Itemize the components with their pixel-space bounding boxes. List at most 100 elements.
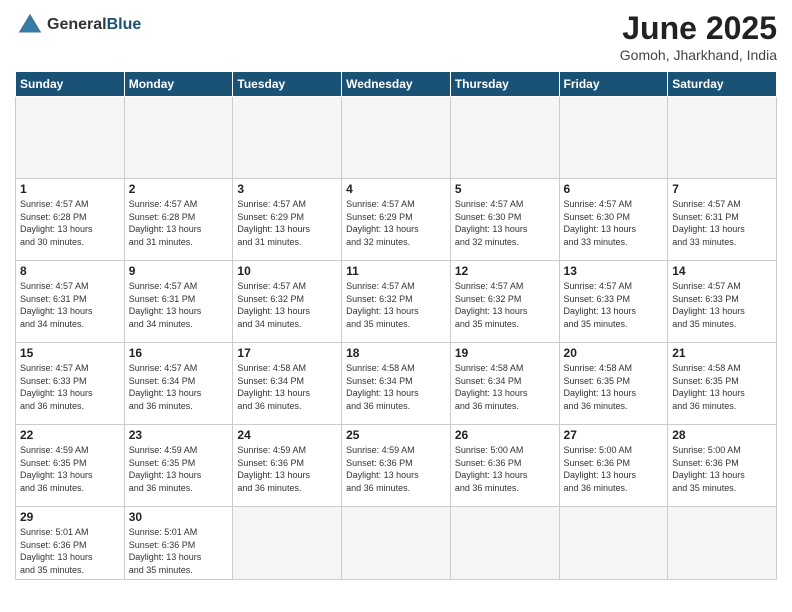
- table-row: [124, 97, 233, 179]
- table-row: 6 Sunrise: 4:57 AM Sunset: 6:30 PM Daylig…: [559, 179, 668, 261]
- day-info: Sunrise: 4:57 AM Sunset: 6:32 PM Dayligh…: [237, 280, 337, 330]
- day-number: 4: [346, 182, 446, 196]
- day-number: 2: [129, 182, 229, 196]
- table-row: 26 Sunrise: 5:00 AM Sunset: 6:36 PM Dayli…: [450, 425, 559, 507]
- day-info: Sunrise: 5:00 AM Sunset: 6:36 PM Dayligh…: [672, 444, 772, 494]
- table-row: [233, 507, 342, 580]
- day-number: 8: [20, 264, 120, 278]
- day-info: Sunrise: 4:57 AM Sunset: 6:30 PM Dayligh…: [564, 198, 664, 248]
- day-info: Sunrise: 4:58 AM Sunset: 6:35 PM Dayligh…: [672, 362, 772, 412]
- day-info: Sunrise: 4:57 AM Sunset: 6:32 PM Dayligh…: [455, 280, 555, 330]
- day-info: Sunrise: 4:57 AM Sunset: 6:33 PM Dayligh…: [672, 280, 772, 330]
- logo: General Blue: [15, 10, 141, 40]
- table-row: [450, 507, 559, 580]
- table-row: [16, 97, 125, 179]
- table-row: 21 Sunrise: 4:58 AM Sunset: 6:35 PM Dayli…: [668, 343, 777, 425]
- col-sunday: Sunday: [16, 72, 125, 97]
- day-number: 9: [129, 264, 229, 278]
- title-block: June 2025 Gomoh, Jharkhand, India: [620, 10, 777, 63]
- day-number: 28: [672, 428, 772, 442]
- day-number: 19: [455, 346, 555, 360]
- col-friday: Friday: [559, 72, 668, 97]
- calendar-row: 22Sunrise: 4:59 AM Sunset: 6:35 PM Dayli…: [16, 425, 777, 507]
- day-number: 5: [455, 182, 555, 196]
- day-info: Sunrise: 4:58 AM Sunset: 6:34 PM Dayligh…: [346, 362, 446, 412]
- day-number: 10: [237, 264, 337, 278]
- table-row: 30Sunrise: 5:01 AM Sunset: 6:36 PM Dayli…: [124, 507, 233, 580]
- table-row: 20 Sunrise: 4:58 AM Sunset: 6:35 PM Dayli…: [559, 343, 668, 425]
- day-number: 1: [20, 182, 120, 196]
- table-row: 22Sunrise: 4:59 AM Sunset: 6:35 PM Dayli…: [16, 425, 125, 507]
- day-number: 13: [564, 264, 664, 278]
- col-saturday: Saturday: [668, 72, 777, 97]
- table-row: 29Sunrise: 5:01 AM Sunset: 6:36 PM Dayli…: [16, 507, 125, 580]
- table-row: 14 Sunrise: 4:57 AM Sunset: 6:33 PM Dayli…: [668, 261, 777, 343]
- location: Gomoh, Jharkhand, India: [620, 47, 777, 63]
- table-row: 28 Sunrise: 5:00 AM Sunset: 6:36 PM Dayli…: [668, 425, 777, 507]
- day-info: Sunrise: 4:58 AM Sunset: 6:34 PM Dayligh…: [237, 362, 337, 412]
- day-number: 12: [455, 264, 555, 278]
- day-info: Sunrise: 4:58 AM Sunset: 6:35 PM Dayligh…: [564, 362, 664, 412]
- table-row: [668, 507, 777, 580]
- general-blue-icon: [15, 10, 45, 40]
- day-info: Sunrise: 4:57 AM Sunset: 6:31 PM Dayligh…: [20, 280, 120, 330]
- day-info: Sunrise: 4:59 AM Sunset: 6:36 PM Dayligh…: [346, 444, 446, 494]
- day-info: Sunrise: 5:00 AM Sunset: 6:36 PM Dayligh…: [455, 444, 555, 494]
- table-row: 4 Sunrise: 4:57 AM Sunset: 6:29 PM Daylig…: [342, 179, 451, 261]
- day-info: Sunrise: 4:57 AM Sunset: 6:33 PM Dayligh…: [20, 362, 120, 412]
- logo-blue-text: Blue: [107, 16, 142, 34]
- table-row: 2 Sunrise: 4:57 AM Sunset: 6:28 PM Daylig…: [124, 179, 233, 261]
- day-number: 14: [672, 264, 772, 278]
- table-row: 15Sunrise: 4:57 AM Sunset: 6:33 PM Dayli…: [16, 343, 125, 425]
- calendar-row: [16, 97, 777, 179]
- day-info: Sunrise: 4:57 AM Sunset: 6:31 PM Dayligh…: [672, 198, 772, 248]
- day-info: Sunrise: 4:59 AM Sunset: 6:36 PM Dayligh…: [237, 444, 337, 494]
- day-number: 30: [129, 510, 229, 524]
- day-info: Sunrise: 4:59 AM Sunset: 6:35 PM Dayligh…: [129, 444, 229, 494]
- page: General Blue June 2025 Gomoh, Jharkhand,…: [0, 0, 792, 612]
- day-number: 20: [564, 346, 664, 360]
- day-number: 23: [129, 428, 229, 442]
- day-number: 18: [346, 346, 446, 360]
- month-title: June 2025: [620, 10, 777, 47]
- table-row: 1Sunrise: 4:57 AM Sunset: 6:28 PM Daylig…: [16, 179, 125, 261]
- table-row: 27 Sunrise: 5:00 AM Sunset: 6:36 PM Dayli…: [559, 425, 668, 507]
- col-tuesday: Tuesday: [233, 72, 342, 97]
- day-number: 21: [672, 346, 772, 360]
- day-info: Sunrise: 4:59 AM Sunset: 6:35 PM Dayligh…: [20, 444, 120, 494]
- day-info: Sunrise: 5:00 AM Sunset: 6:36 PM Dayligh…: [564, 444, 664, 494]
- table-row: [342, 97, 451, 179]
- day-number: 29: [20, 510, 120, 524]
- day-number: 27: [564, 428, 664, 442]
- table-row: [559, 507, 668, 580]
- table-row: 13 Sunrise: 4:57 AM Sunset: 6:33 PM Dayli…: [559, 261, 668, 343]
- table-row: [233, 97, 342, 179]
- day-info: Sunrise: 4:57 AM Sunset: 6:29 PM Dayligh…: [346, 198, 446, 248]
- day-info: Sunrise: 4:57 AM Sunset: 6:33 PM Dayligh…: [564, 280, 664, 330]
- table-row: 10 Sunrise: 4:57 AM Sunset: 6:32 PM Dayli…: [233, 261, 342, 343]
- day-info: Sunrise: 4:57 AM Sunset: 6:29 PM Dayligh…: [237, 198, 337, 248]
- calendar-row: 1 Sunrise: 4:57 AM Sunset: 6:28 PM Daylig…: [16, 179, 777, 261]
- calendar-row: 15Sunrise: 4:57 AM Sunset: 6:33 PM Dayli…: [16, 343, 777, 425]
- table-row: 16Sunrise: 4:57 AM Sunset: 6:34 PM Dayli…: [124, 343, 233, 425]
- day-number: 26: [455, 428, 555, 442]
- table-row: 11Sunrise: 4:57 AM Sunset: 6:32 PM Dayli…: [342, 261, 451, 343]
- col-wednesday: Wednesday: [342, 72, 451, 97]
- table-row: [342, 507, 451, 580]
- day-info: Sunrise: 4:57 AM Sunset: 6:28 PM Dayligh…: [129, 198, 229, 248]
- day-info: Sunrise: 4:57 AM Sunset: 6:31 PM Dayligh…: [129, 280, 229, 330]
- table-row: 25Sunrise: 4:59 AM Sunset: 6:36 PM Dayli…: [342, 425, 451, 507]
- calendar-row: 8 Sunrise: 4:57 AM Sunset: 6:31 PM Daylig…: [16, 261, 777, 343]
- table-row: 12 Sunrise: 4:57 AM Sunset: 6:32 PM Dayli…: [450, 261, 559, 343]
- logo-general-text: General: [47, 16, 107, 34]
- day-number: 6: [564, 182, 664, 196]
- calendar-table: Sunday Monday Tuesday Wednesday Thursday…: [15, 71, 777, 580]
- table-row: 17Sunrise: 4:58 AM Sunset: 6:34 PM Dayli…: [233, 343, 342, 425]
- day-info: Sunrise: 4:58 AM Sunset: 6:34 PM Dayligh…: [455, 362, 555, 412]
- calendar-header-row: Sunday Monday Tuesday Wednesday Thursday…: [16, 72, 777, 97]
- table-row: 7 Sunrise: 4:57 AM Sunset: 6:31 PM Daylig…: [668, 179, 777, 261]
- table-row: 9 Sunrise: 4:57 AM Sunset: 6:31 PM Daylig…: [124, 261, 233, 343]
- day-info: Sunrise: 4:57 AM Sunset: 6:34 PM Dayligh…: [129, 362, 229, 412]
- header: General Blue June 2025 Gomoh, Jharkhand,…: [15, 10, 777, 63]
- day-number: 7: [672, 182, 772, 196]
